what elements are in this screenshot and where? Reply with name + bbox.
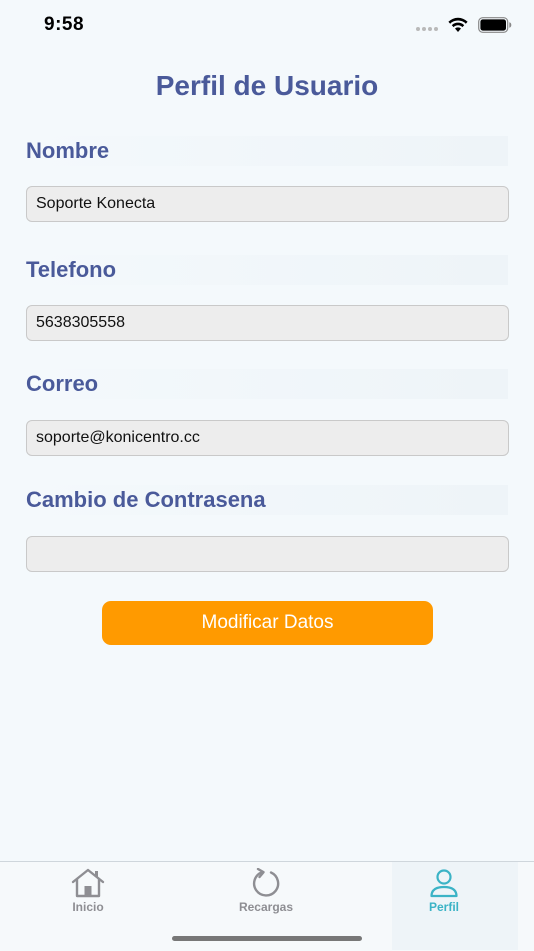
phone-label: Telefono [26,255,508,285]
wifi-icon [448,17,468,32]
tab-perfil[interactable]: Perfil [394,868,494,914]
password-field[interactable] [26,536,509,572]
password-label: Cambio de Contrasena [26,485,508,515]
home-indicator [172,936,362,941]
battery-icon [478,17,512,33]
cellular-dots-icon [416,27,438,31]
refresh-icon [252,868,280,897]
status-bar: 9:58 [0,0,534,52]
page-title: Perfil de Usuario [155,70,379,101]
person-icon [430,869,458,898]
tab-label-inicio: Inicio [72,900,104,914]
tab-label-perfil: Perfil [428,900,459,914]
email-field[interactable] [26,420,509,456]
tab-recargas[interactable]: Recargas [216,868,316,914]
tab-label-recargas: Recargas [238,900,294,914]
modify-data-button[interactable]: Modificar Datos [102,601,433,645]
status-time: 9:58 [44,14,85,35]
tab-inicio[interactable]: Inicio [38,868,138,914]
status-icons [416,17,512,33]
house-icon [71,868,105,898]
name-field[interactable] [26,186,509,222]
phone-field[interactable] [26,305,509,341]
name-label: Nombre [26,136,508,166]
email-label: Correo [26,369,508,399]
